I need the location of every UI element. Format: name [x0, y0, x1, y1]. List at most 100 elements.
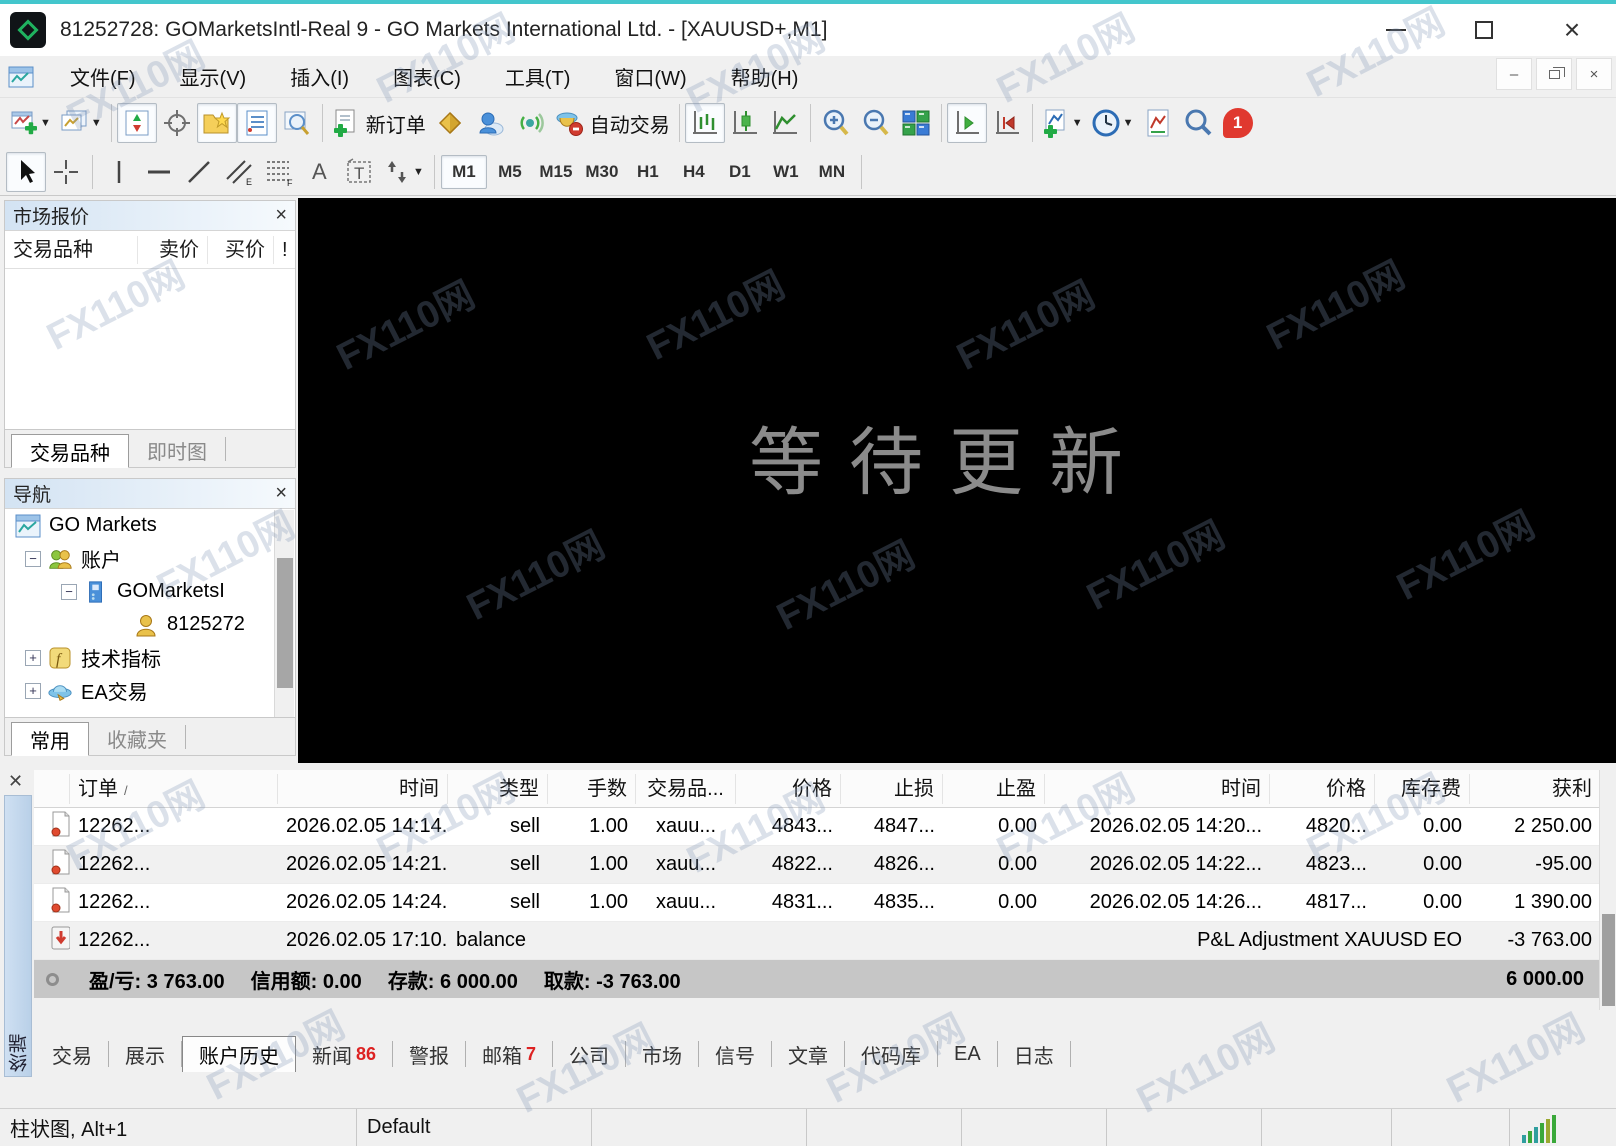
terminal-close-icon[interactable]: ✕ [8, 771, 23, 792]
expand-icon[interactable]: + [25, 650, 41, 666]
tab-articles[interactable]: 文章 [772, 1036, 844, 1072]
menu-insert[interactable]: 插入(I) [268, 56, 371, 97]
tab-trade[interactable]: 交易 [36, 1036, 108, 1072]
channel-button[interactable]: E [219, 152, 259, 192]
menu-help[interactable]: 帮助(H) [709, 56, 821, 97]
close-icon[interactable]: × [275, 482, 287, 505]
trendline-button[interactable] [179, 152, 219, 192]
balance-row[interactable]: 12262... 2026.02.05 17:10... balance P&L… [34, 922, 1600, 960]
terminal-scrollbar[interactable] [1599, 770, 1616, 1010]
column-swap[interactable]: 库存费 [1375, 774, 1470, 804]
timeframe-w1[interactable]: W1 [763, 155, 809, 189]
column-close-price[interactable]: 价格 [1270, 774, 1375, 804]
strategy-tester-button[interactable] [277, 103, 317, 143]
column-close-time[interactable]: 时间 [1045, 774, 1270, 804]
mdi-minimize-button[interactable]: – [1496, 58, 1532, 90]
bar-chart-button[interactable] [685, 103, 725, 143]
data-window-button[interactable] [157, 103, 197, 143]
status-profile[interactable]: Default [357, 1109, 592, 1146]
scrollbar-thumb[interactable] [1602, 914, 1615, 1006]
notifications-button[interactable]: 1 [1218, 103, 1258, 143]
timeframe-h4[interactable]: H4 [671, 155, 717, 189]
maximize-button[interactable] [1440, 4, 1528, 56]
menu-window[interactable]: 窗口(W) [592, 56, 708, 97]
minimize-button[interactable] [1352, 4, 1440, 56]
column-symbol[interactable]: 交易品... [636, 774, 736, 804]
templates-button[interactable] [1138, 103, 1178, 143]
auto-scroll-toggle[interactable] [947, 103, 987, 143]
tree-item-server[interactable]: − GOMarketsI [5, 575, 295, 608]
collapse-icon[interactable]: − [25, 551, 41, 567]
zoom-out-button[interactable] [856, 103, 896, 143]
chart-area[interactable]: 等待更新 [298, 198, 1616, 763]
tab-common[interactable]: 常用 [11, 722, 89, 756]
column-lots[interactable]: 手数 [548, 774, 636, 804]
new-chart-button[interactable]: ▼ [6, 103, 55, 143]
tab-news[interactable]: 新闻86 [296, 1036, 392, 1072]
tab-code-base[interactable]: 代码库 [845, 1036, 937, 1072]
column-symbol[interactable]: 交易品种 [5, 236, 138, 264]
tree-item-ea[interactable]: + EA交易 [5, 674, 295, 707]
column-type[interactable]: 类型 [448, 774, 548, 804]
column-tp[interactable]: 止盈 [943, 774, 1045, 804]
tab-tick-chart[interactable]: 即时图 [129, 433, 225, 467]
expand-icon[interactable]: + [25, 683, 41, 699]
menu-view[interactable]: 显示(V) [158, 56, 269, 97]
tree-item-go-markets[interactable]: GO Markets [5, 509, 295, 542]
menu-tools[interactable]: 工具(T) [483, 56, 593, 97]
tab-exposure[interactable]: 展示 [109, 1036, 181, 1072]
history-row[interactable]: 12262... 2026.02.05 14:14... sell 1.00 x… [34, 808, 1600, 846]
candlestick-button[interactable] [725, 103, 765, 143]
scrollbar-thumb[interactable] [277, 558, 293, 688]
zoom-in-button[interactable] [816, 103, 856, 143]
timeframe-m5[interactable]: M5 [487, 155, 533, 189]
timeframe-m30[interactable]: M30 [579, 155, 625, 189]
new-order-button[interactable]: 新订单 [328, 103, 430, 143]
tab-account-history[interactable]: 账户历史 [182, 1036, 296, 1072]
tab-mailbox[interactable]: 邮箱7 [466, 1036, 552, 1072]
indicators-button[interactable]: ▼ [1038, 103, 1087, 143]
text-label-button[interactable]: T [339, 152, 379, 192]
line-chart-button[interactable] [765, 103, 805, 143]
cursor-button[interactable] [6, 152, 46, 192]
market-watch-toggle[interactable] [117, 103, 157, 143]
crosshair-button[interactable] [46, 152, 86, 192]
market-watch-body[interactable] [5, 269, 295, 425]
history-row[interactable]: 12262... 2026.02.05 14:24... sell 1.00 x… [34, 884, 1600, 922]
navigator-scrollbar[interactable] [274, 510, 294, 718]
tab-journal[interactable]: 日志 [998, 1036, 1070, 1072]
timeframe-h1[interactable]: H1 [625, 155, 671, 189]
tab-company[interactable]: 公司 [553, 1036, 625, 1072]
search-button[interactable] [1178, 103, 1218, 143]
horizontal-line-button[interactable] [139, 152, 179, 192]
timeframe-d1[interactable]: D1 [717, 155, 763, 189]
column-alert[interactable]: ! [274, 236, 296, 264]
autotrading-button[interactable]: 自动交易 [550, 103, 674, 143]
periods-button[interactable]: ▼ [1087, 103, 1138, 143]
tree-item-accounts[interactable]: − 账户 [5, 542, 295, 575]
fibonacci-button[interactable]: F [259, 152, 299, 192]
community-button[interactable] [470, 103, 510, 143]
column-bid[interactable]: 卖价 [138, 236, 208, 264]
menu-file[interactable]: 文件(F) [48, 56, 158, 97]
column-profit[interactable]: 获利 [1470, 774, 1600, 804]
profiles-button[interactable]: ▼ [55, 103, 106, 143]
signals-button[interactable] [510, 103, 550, 143]
tab-signals[interactable]: 信号 [699, 1036, 771, 1072]
timeframe-m1[interactable]: M1 [441, 155, 487, 189]
column-price[interactable]: 价格 [736, 774, 841, 804]
tab-alerts[interactable]: 警报 [393, 1036, 465, 1072]
navigator-toggle[interactable] [197, 103, 237, 143]
tab-market[interactable]: 市场 [626, 1036, 698, 1072]
terminal-toggle[interactable] [237, 103, 277, 143]
mdi-close-button[interactable]: × [1576, 58, 1612, 90]
collapse-icon[interactable]: − [61, 584, 77, 600]
arrows-button[interactable]: ▼ [379, 152, 428, 192]
close-button[interactable]: × [1528, 4, 1616, 56]
timeframe-mn[interactable]: MN [809, 155, 855, 189]
column-ask[interactable]: 买价 [208, 236, 274, 264]
tree-item-indicators[interactable]: + f 技术指标 [5, 641, 295, 674]
tree-item-account-number[interactable]: 8125272 [5, 608, 295, 641]
tab-favorites[interactable]: 收藏夹 [89, 721, 185, 755]
vertical-line-button[interactable] [99, 152, 139, 192]
